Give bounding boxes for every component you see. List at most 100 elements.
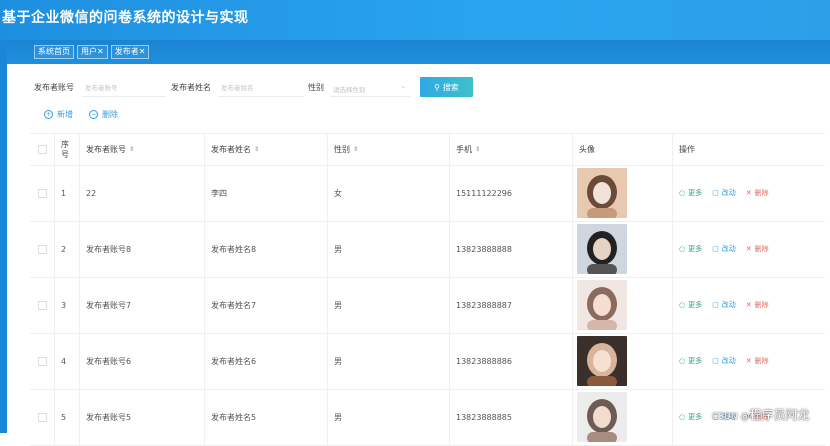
search-button[interactable]: ⚲ 搜索 — [420, 77, 473, 97]
cell-phone: 15111122296 — [449, 165, 572, 221]
more-button[interactable]: ○ 更多 — [679, 300, 702, 310]
cell-gender-value: 男 — [334, 356, 342, 366]
remove-button[interactable]: ✕ 删除 — [746, 188, 769, 198]
publisher-table: 序号 发布者账号 ⇕ 发布者姓名 ⇕ 性别 ⇕ 手机 ⇕ 头像 操作 1 22 李四女 151… — [30, 133, 825, 446]
more-button[interactable]: ○ 更多 — [679, 356, 702, 366]
table-row: 2 发布者账号8 发布者姓名8 男 13823888888 ○ 更多 ▢ 改动 ✕ 删除 — [30, 221, 825, 278]
more-button[interactable]: ○ 更多 — [679, 244, 702, 254]
table-row: 1 22 李四 女 15111122296 ○ 更多 ▢ 改动 ✕ 删除 — [30, 165, 825, 222]
row-checkbox[interactable] — [37, 356, 47, 366]
avatar — [577, 392, 627, 442]
header-gender[interactable]: 性别 ⇕ — [327, 134, 449, 165]
row-checkbox[interactable] — [37, 412, 47, 422]
cell-gender: 男 — [327, 277, 449, 333]
cell-account: 发布者账号6 — [79, 333, 204, 389]
header-name-label: 发布者姓名 — [211, 145, 251, 154]
edit-button[interactable]: ▢ 改动 — [712, 300, 736, 310]
add-button-label: 新增 — [57, 110, 73, 119]
header-phone[interactable]: 手机 ⇕ — [449, 134, 572, 165]
select-all-checkbox[interactable] — [37, 145, 47, 154]
ops-cell: ○ 更多 ▢ 改动 ✕ 删除 — [672, 277, 825, 333]
edit-button-label: 改动 — [721, 245, 736, 253]
cell-account-value: 发布者账号6 — [86, 356, 132, 366]
edit-icon: ▢ — [712, 301, 719, 309]
header-seq: 序号 — [54, 134, 79, 165]
more-button-label: 更多 — [688, 245, 703, 253]
header-select-cell — [30, 134, 54, 165]
cell-gender-value: 男 — [334, 244, 342, 254]
edit-button[interactable]: ▢ 改动 — [712, 188, 736, 198]
row-checkbox[interactable] — [37, 188, 47, 198]
cell-gender: 男 — [327, 221, 449, 277]
search-button-label: 搜索 — [442, 82, 459, 92]
cell-name-value: 发布者姓名6 — [211, 356, 257, 366]
remove-button[interactable]: ✕ 删除 — [746, 356, 769, 366]
row-select-cell — [30, 333, 54, 389]
more-button[interactable]: ○ 更多 — [679, 188, 702, 198]
cell-seq: 3 — [54, 277, 79, 333]
cell-seq: 1 — [54, 165, 79, 221]
edit-button[interactable]: ▢ 改动 — [712, 244, 736, 254]
delete-button[interactable]: − 删除 — [89, 109, 118, 120]
more-button[interactable]: ○ 更多 — [679, 412, 702, 422]
row-select-cell — [30, 165, 54, 221]
cell-seq-value: 5 — [61, 412, 67, 422]
header-avatar: 头像 — [572, 134, 672, 165]
chevron-down-icon: ⌄ — [400, 83, 406, 90]
cell-name: 发布者姓名8 — [204, 221, 327, 277]
gender-filter-label: 性别 — [308, 83, 324, 92]
edit-icon: ▢ — [712, 357, 719, 365]
tab-users[interactable]: 用户✕ — [77, 45, 108, 59]
header-name[interactable]: 发布者姓名 ⇕ — [204, 134, 327, 165]
table-header-row: 序号 发布者账号 ⇕ 发布者姓名 ⇕ 性别 ⇕ 手机 ⇕ 头像 操作 — [30, 134, 825, 166]
watermark: CSDN @程序员阿龙 — [712, 406, 810, 423]
search-icon: ○ — [679, 245, 686, 253]
name-filter-input[interactable] — [218, 79, 304, 97]
row-checkbox[interactable] — [37, 300, 47, 310]
edit-button-label: 改动 — [721, 189, 736, 197]
avatar-cell — [572, 165, 672, 221]
close-icon: ✕ — [745, 301, 752, 309]
tab-home[interactable]: 系统首页 — [34, 45, 74, 59]
table-row: 4 发布者账号6 发布者姓名6 男 13823888886 ○ 更多 ▢ 改动 ✕ 删除 — [30, 333, 825, 390]
cell-gender: 男 — [327, 333, 449, 389]
header-account-label: 发布者账号 — [86, 145, 126, 154]
avatar-cell — [572, 221, 672, 277]
edit-button[interactable]: ▢ 改动 — [712, 356, 736, 366]
cell-name-value: 李四 — [211, 188, 227, 198]
cell-seq: 4 — [54, 333, 79, 389]
header-ops-label: 操作 — [679, 145, 695, 154]
avatar — [577, 280, 627, 330]
gender-select[interactable]: 请选择性别 ⌄ — [330, 79, 410, 97]
remove-button-label: 删除 — [754, 301, 769, 309]
row-checkbox[interactable] — [37, 244, 47, 254]
avatar-cell — [572, 277, 672, 333]
remove-button-label: 删除 — [754, 189, 769, 197]
gender-select-placeholder: 请选择性别 — [333, 86, 366, 94]
close-icon: ✕ — [745, 357, 752, 365]
avatar-photo — [577, 392, 627, 442]
account-filter-input[interactable] — [82, 79, 166, 97]
remove-button[interactable]: ✕ 删除 — [746, 300, 769, 310]
plus-icon: + — [44, 110, 53, 119]
cell-phone-value: 15111122296 — [456, 188, 512, 198]
cell-account-value: 发布者账号5 — [86, 412, 132, 422]
edit-button-label: 改动 — [721, 357, 736, 365]
search-icon: ○ — [679, 413, 686, 421]
tab-publishers[interactable]: 发布者✕ — [110, 45, 150, 59]
header-account[interactable]: 发布者账号 ⇕ — [79, 134, 204, 165]
cell-name: 发布者姓名6 — [204, 333, 327, 389]
add-button[interactable]: + 新增 — [44, 109, 73, 120]
sort-icon: ⇕ — [254, 146, 260, 153]
cell-phone: 13823888887 — [449, 277, 572, 333]
ops-cell: ○ 更多 ▢ 改动 ✕ 删除 — [672, 165, 825, 221]
cell-name-value: 发布者姓名7 — [211, 300, 257, 310]
remove-button[interactable]: ✕ 删除 — [746, 244, 769, 254]
row-actions: ○ 更多 ▢ 改动 ✕ 删除 — [679, 188, 769, 198]
cell-account: 发布者账号7 — [79, 277, 204, 333]
avatar-photo — [577, 168, 627, 218]
delete-button-label: 删除 — [102, 110, 118, 119]
search-icon: ⚲ — [434, 82, 440, 92]
cell-phone-value: 13823888886 — [456, 356, 512, 366]
header-avatar-label: 头像 — [579, 145, 595, 154]
